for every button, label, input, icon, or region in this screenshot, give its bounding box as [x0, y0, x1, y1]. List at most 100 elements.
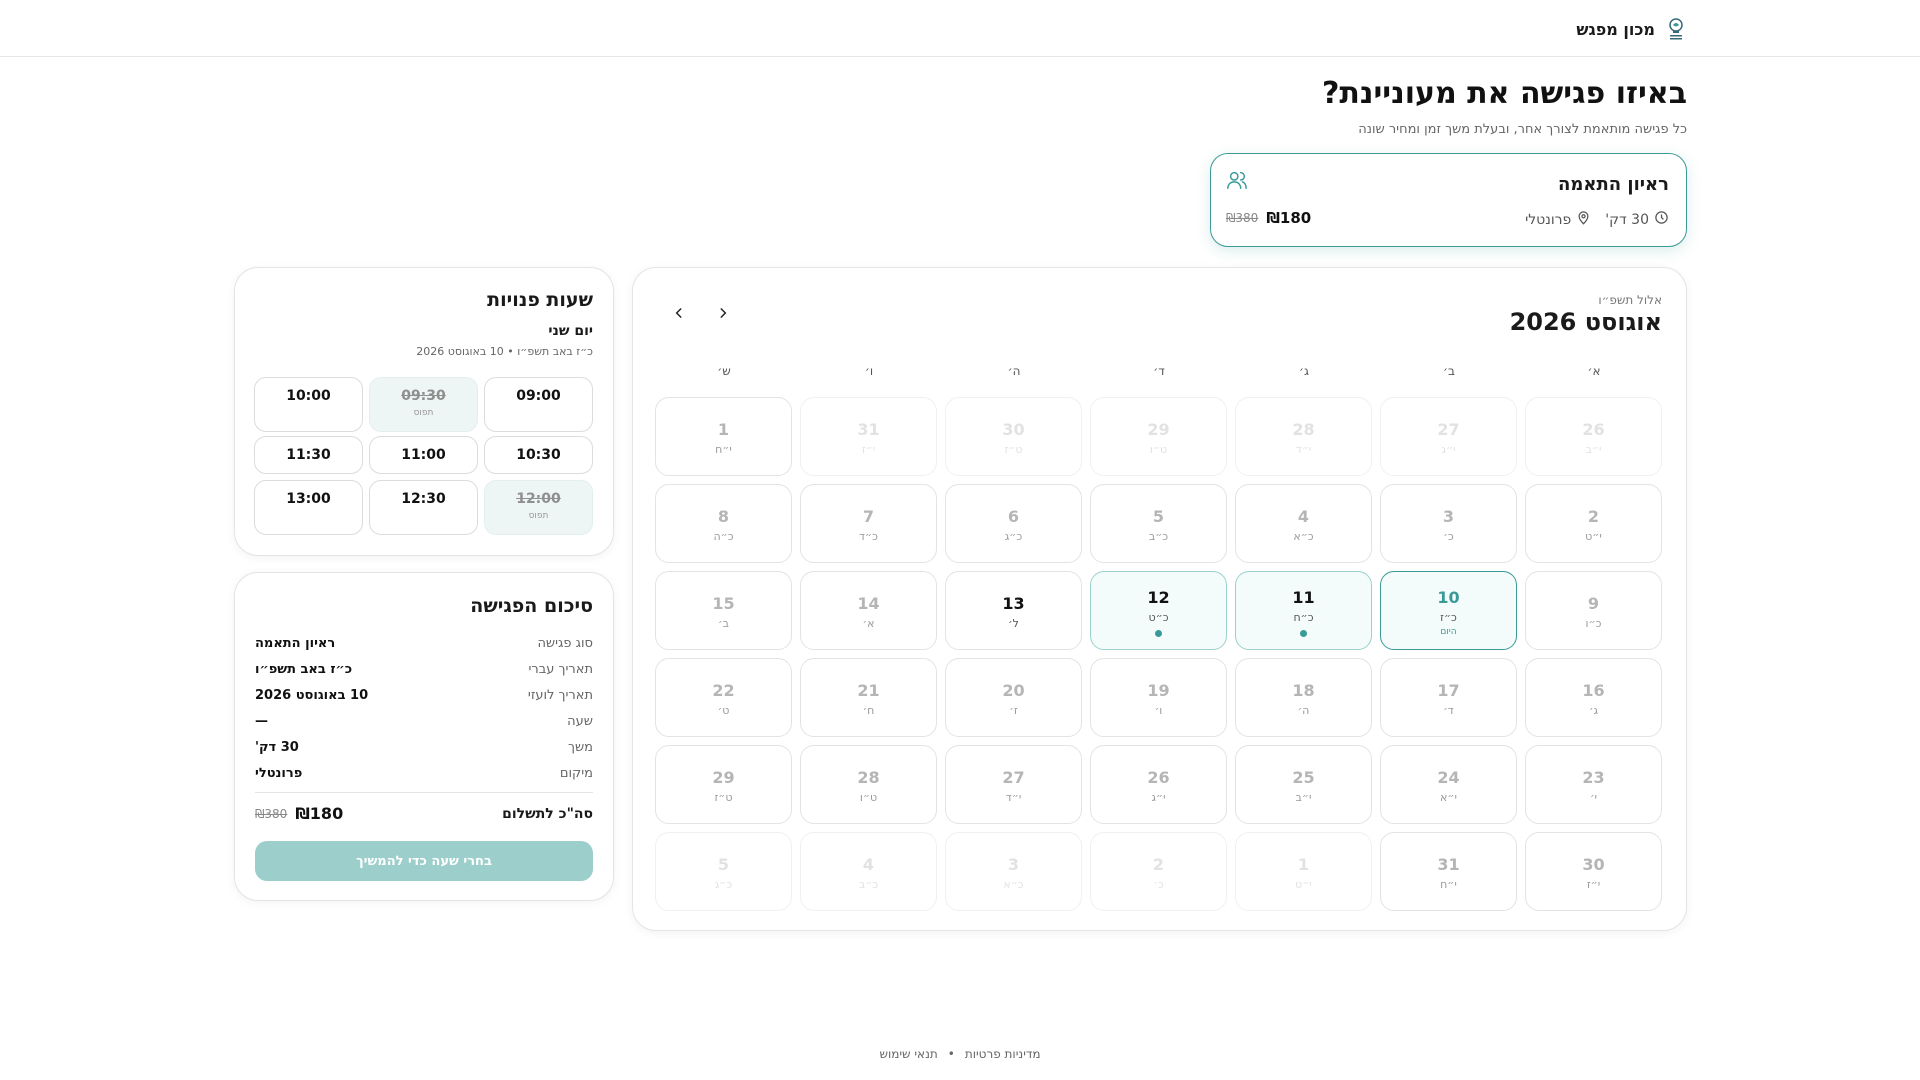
- hebrew-date: י״ט: [1295, 878, 1312, 891]
- calendar-day[interactable]: 29 ט״ז: [655, 745, 792, 824]
- calendar-day[interactable]: 18 ה׳: [1235, 658, 1372, 737]
- chevron-left-icon: [672, 305, 686, 324]
- clock-icon: [1654, 210, 1669, 229]
- time-slot[interactable]: 11:00: [369, 436, 478, 474]
- day-number: 29: [1147, 420, 1170, 439]
- price: ₪180: [1266, 209, 1312, 227]
- time-slot[interactable]: 09:00: [484, 377, 593, 432]
- calendar-day[interactable]: 17 ד׳: [1380, 658, 1517, 737]
- calendar-card: אלול תשפ״ו אוגוסט 2026 א׳ ב׳ ג׳ ד׳ ה׳ ו׳ ש׳ 26 י…: [632, 267, 1687, 931]
- day-number: 2: [1152, 855, 1165, 874]
- footer: מדיניות פרטיות • תנאי שימוש: [0, 1047, 1920, 1061]
- availability-dot: [1300, 630, 1307, 637]
- day-number: 17: [1437, 681, 1460, 700]
- calendar-day[interactable]: 10 כ״ז היום: [1380, 571, 1517, 650]
- calendar-day[interactable]: 16 ג׳: [1525, 658, 1662, 737]
- calendar-day[interactable]: 28 ט״ו: [800, 745, 937, 824]
- time-slot[interactable]: 10:30: [484, 436, 593, 474]
- summary-row: שעה —: [255, 711, 593, 731]
- hebrew-date: כ״ח: [1293, 611, 1314, 624]
- total-label: סה"כ לתשלום: [502, 805, 593, 822]
- calendar-day[interactable]: 26 י״ג: [1090, 745, 1227, 824]
- meeting-type-card[interactable]: ראיון התאמה 30 דק' פרונטלי ₪180 ₪380: [1210, 153, 1687, 247]
- day-number: 6: [1007, 507, 1020, 526]
- calendar-day[interactable]: 1 י״ח: [655, 397, 792, 476]
- calendar-day[interactable]: 27 י״ד: [945, 745, 1082, 824]
- time-slot[interactable]: 11:30: [254, 436, 363, 474]
- summary-label: משך: [567, 739, 593, 755]
- hebrew-date: י״ב: [1295, 791, 1312, 804]
- hebrew-date: כ״ט: [1148, 611, 1169, 624]
- calendar-day[interactable]: 21 ח׳: [800, 658, 937, 737]
- day-number: 28: [857, 768, 880, 787]
- calendar-day: 2 כ׳: [1090, 832, 1227, 911]
- calendar-day[interactable]: 14 א׳: [800, 571, 937, 650]
- hebrew-date: כ״ה: [713, 530, 734, 543]
- footer-separator: •: [947, 1047, 955, 1061]
- hours-date: כ״ז באב תשפ״ו • 10 באוגוסט 2026: [416, 345, 593, 358]
- time-slot-label: 12:00: [516, 491, 561, 507]
- calendar-day[interactable]: 22 ט׳: [655, 658, 792, 737]
- hebrew-date: ג׳: [1588, 704, 1599, 717]
- calendar-day[interactable]: 7 כ״ד: [800, 484, 937, 563]
- time-slot-label: 13:00: [286, 491, 331, 507]
- time-slot-label: 11:00: [401, 447, 446, 463]
- calendar-day[interactable]: 12 כ״ט: [1090, 571, 1227, 650]
- weekday-label: א׳: [1587, 364, 1601, 378]
- calendar-day[interactable]: 2 י״ט: [1525, 484, 1662, 563]
- calendar-day[interactable]: 25 י״ב: [1235, 745, 1372, 824]
- taken-label: תפוס: [528, 511, 549, 521]
- calendar-day[interactable]: 5 כ״ב: [1090, 484, 1227, 563]
- calendar-day[interactable]: 13 ל׳: [945, 571, 1082, 650]
- calendar-day[interactable]: 19 ו׳: [1090, 658, 1227, 737]
- time-slot[interactable]: 10:00: [254, 377, 363, 432]
- summary-label: סוג פגישה: [537, 635, 593, 651]
- day-number: 29: [712, 768, 735, 787]
- map-pin-icon: [1576, 210, 1591, 229]
- hebrew-date: כ״א: [1293, 530, 1314, 543]
- calendar-day[interactable]: 24 י״א: [1380, 745, 1517, 824]
- calendar-day[interactable]: 23 י׳: [1525, 745, 1662, 824]
- calendar-day[interactable]: 8 כ״ה: [655, 484, 792, 563]
- calendar-day[interactable]: 30 י״ז: [1525, 832, 1662, 911]
- day-number: 30: [1002, 420, 1025, 439]
- calendar-day[interactable]: 15 ב׳: [655, 571, 792, 650]
- calendar-day: 31 י״ז: [800, 397, 937, 476]
- calendar-day[interactable]: 9 כ״ו: [1525, 571, 1662, 650]
- calendar-day[interactable]: 31 י״ח: [1380, 832, 1517, 911]
- hebrew-date: ל׳: [1008, 617, 1019, 630]
- hebrew-date: כ״ב: [1148, 530, 1169, 543]
- day-number: 9: [1587, 594, 1600, 613]
- calendar-day[interactable]: 4 כ״א: [1235, 484, 1372, 563]
- weekday-label: ה׳: [1007, 364, 1021, 378]
- summary-row: סוג פגישה ראיון התאמה: [255, 633, 593, 653]
- day-number: 21: [857, 681, 880, 700]
- next-month-button[interactable]: [711, 302, 735, 326]
- hebrew-date: כ״ו: [1585, 617, 1602, 630]
- time-slot[interactable]: 13:00: [254, 480, 363, 535]
- hebrew-date: כ״ב: [858, 878, 879, 891]
- summary-row: תאריך עברי כ״ז באב תשפ״ו: [255, 659, 593, 679]
- calendar-day[interactable]: 11 כ״ח: [1235, 571, 1372, 650]
- calendar-day[interactable]: 6 כ״ג: [945, 484, 1082, 563]
- page-title: באיזו פגישה את מעוניינת?: [1321, 76, 1687, 111]
- privacy-link[interactable]: מדיניות פרטיות: [965, 1047, 1041, 1061]
- brand[interactable]: מכון מפגש: [1576, 15, 1687, 43]
- calendar-day[interactable]: 20 ז׳: [945, 658, 1082, 737]
- day-number: 20: [1002, 681, 1025, 700]
- summary-value: —: [255, 713, 268, 729]
- terms-link[interactable]: תנאי שימוש: [879, 1047, 937, 1061]
- time-slot[interactable]: 12:30: [369, 480, 478, 535]
- day-number: 18: [1292, 681, 1315, 700]
- calendar-day[interactable]: 3 כ׳: [1380, 484, 1517, 563]
- previous-month-button[interactable]: [667, 302, 691, 326]
- hebrew-date: ט״ז: [1004, 443, 1023, 456]
- summary-value: פרונטלי: [255, 765, 303, 781]
- hebrew-date: כ״א: [1003, 878, 1024, 891]
- hebrew-date: ה׳: [1297, 704, 1310, 717]
- day-number: 22: [712, 681, 735, 700]
- continue-button[interactable]: בחרי שעה כדי להמשיך: [255, 841, 593, 881]
- hebrew-date: כ״ז: [1440, 611, 1457, 624]
- day-number: 28: [1292, 420, 1315, 439]
- total-old-price: ₪380: [255, 806, 288, 821]
